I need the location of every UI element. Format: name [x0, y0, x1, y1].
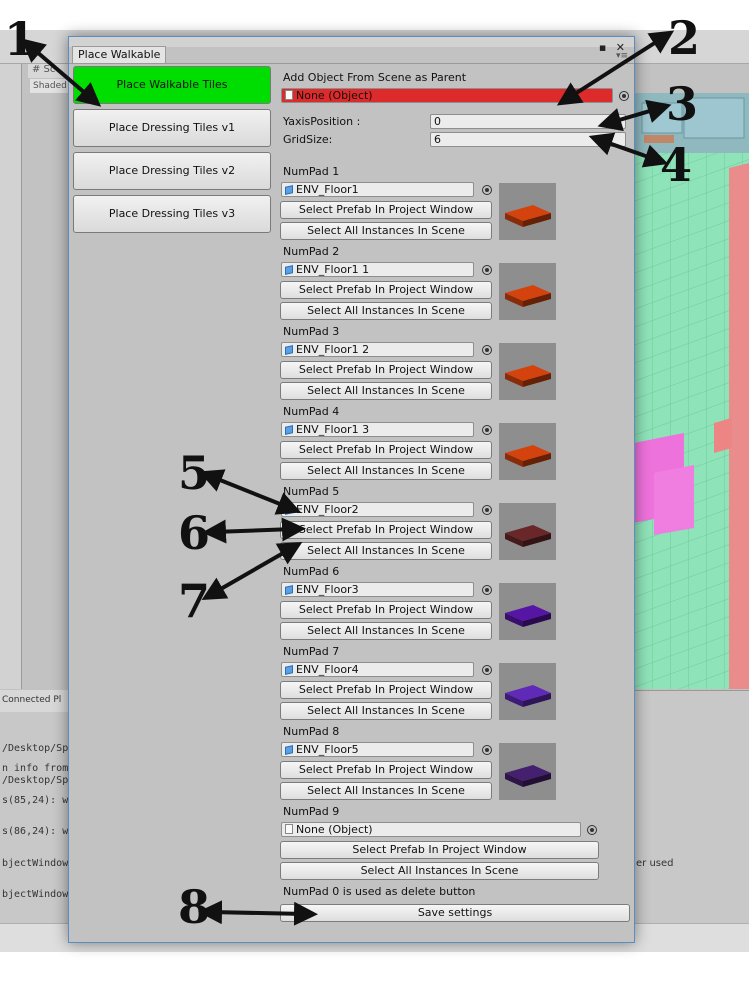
callout-5: 5: [178, 446, 211, 500]
callout-8: 8: [178, 880, 211, 934]
arrow-2: [556, 30, 675, 106]
callout-2: 2: [668, 11, 701, 65]
arrow-7: [201, 542, 303, 600]
arrow-4: [588, 132, 669, 168]
annotation-arrows: [20, 30, 675, 926]
arrow-6: [202, 517, 306, 544]
callout-3: 3: [666, 77, 699, 131]
callout-4: 4: [660, 138, 693, 192]
callout-1: 1: [4, 12, 37, 66]
arrow-3: [597, 99, 672, 132]
arrow-5: [198, 469, 302, 515]
arrow-1: [20, 38, 102, 107]
arrow-8: [198, 900, 318, 926]
callout-7: 7: [178, 574, 211, 628]
callout-6: 6: [178, 506, 211, 560]
